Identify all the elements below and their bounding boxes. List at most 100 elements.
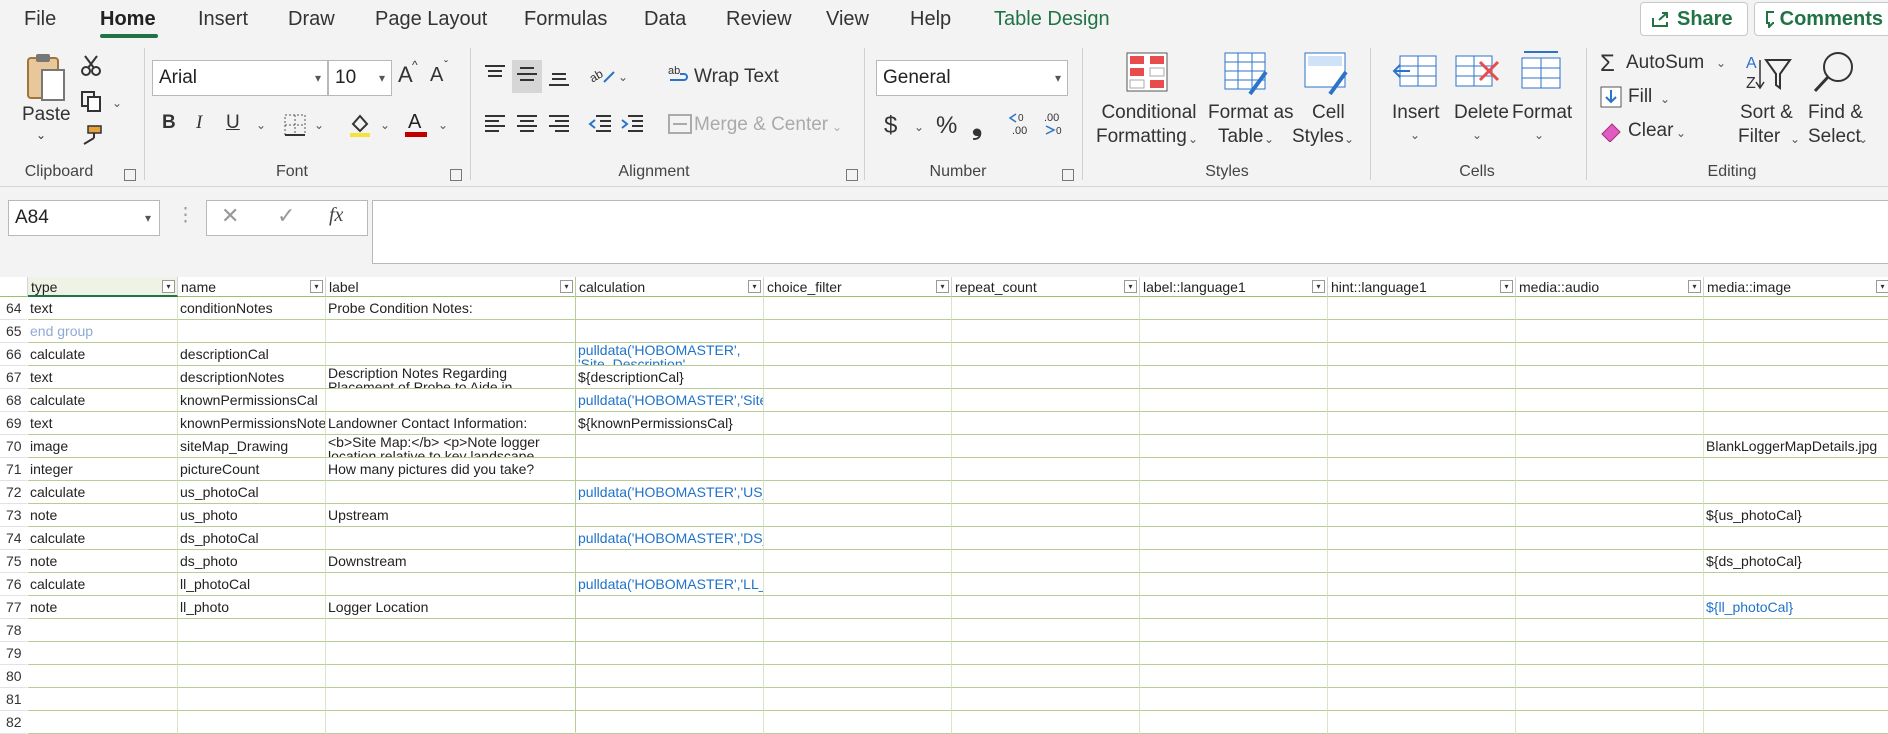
align-center-icon[interactable] [516, 114, 538, 139]
row-header[interactable]: 70 [0, 435, 27, 458]
tab-view[interactable]: View [826, 8, 869, 31]
table-cell[interactable] [326, 343, 576, 366]
filter-dropdown-icon[interactable]: ▾ [1500, 280, 1513, 293]
table-cell[interactable]: Upstream [326, 504, 576, 527]
table-cell[interactable] [28, 619, 178, 642]
table-cell[interactable] [1328, 389, 1516, 412]
table-cell[interactable] [576, 619, 764, 642]
table-cell[interactable] [952, 596, 1140, 619]
table-cell[interactable] [576, 688, 764, 711]
table-cell[interactable]: note [28, 550, 178, 573]
table-cell[interactable] [1328, 573, 1516, 596]
row-header[interactable]: 71 [0, 458, 27, 481]
table-cell[interactable]: Landowner Contact Information: [326, 412, 576, 435]
table-cell[interactable] [1516, 665, 1704, 688]
paste-icon[interactable] [22, 52, 66, 107]
table-cell[interactable] [1140, 688, 1328, 711]
filter-dropdown-icon[interactable]: ▾ [560, 280, 573, 293]
row-header[interactable]: 68 [0, 389, 27, 412]
shrink-font-button[interactable]: A [430, 64, 443, 87]
table-cell[interactable] [1704, 619, 1888, 642]
table-cell[interactable] [1140, 527, 1328, 550]
table-cell[interactable]: Probe Condition Notes: [326, 297, 576, 320]
more-dots-icon[interactable]: ⋮ [176, 204, 195, 227]
table-cell[interactable] [952, 504, 1140, 527]
table-cell[interactable] [764, 297, 952, 320]
table-cell[interactable] [1704, 642, 1888, 665]
align-left-icon[interactable] [484, 114, 506, 139]
table-cell[interactable] [576, 320, 764, 343]
table-cell[interactable] [1516, 412, 1704, 435]
filter-dropdown-icon[interactable]: ▾ [748, 280, 761, 293]
table-cell[interactable] [1140, 665, 1328, 688]
table-cell[interactable] [178, 642, 326, 665]
table-cell[interactable] [952, 711, 1140, 734]
table-cell[interactable] [1140, 412, 1328, 435]
table-cell[interactable] [764, 320, 952, 343]
font-launcher-icon[interactable] [450, 169, 462, 181]
table-header-cell[interactable]: label ▾ [326, 277, 576, 297]
table-cell[interactable]: ll_photoCal [178, 573, 326, 596]
table-cell[interactable] [952, 573, 1140, 596]
table-cell[interactable] [764, 412, 952, 435]
table-cell[interactable] [28, 688, 178, 711]
table-cell[interactable] [1516, 573, 1704, 596]
table-cell[interactable]: knownPermissionsNote [178, 412, 326, 435]
table-cell[interactable]: ds_photo [178, 550, 326, 573]
table-cell[interactable] [764, 366, 952, 389]
insert-function-button[interactable]: fx [329, 204, 343, 227]
table-cell[interactable] [178, 619, 326, 642]
cell-styles-line1[interactable]: Cell [1312, 102, 1345, 124]
table-cell[interactable] [952, 412, 1140, 435]
table-cell[interactable] [1140, 320, 1328, 343]
table-cell[interactable]: siteMap_Drawing [178, 435, 326, 458]
comments-button[interactable]: Comments [1754, 2, 1888, 36]
clipboard-launcher-icon[interactable] [124, 169, 136, 181]
table-cell[interactable] [1516, 527, 1704, 550]
table-cell[interactable] [952, 481, 1140, 504]
table-cell[interactable] [1704, 366, 1888, 389]
table-cell[interactable]: pictureCount [178, 458, 326, 481]
table-cell[interactable] [1704, 389, 1888, 412]
table-cell[interactable] [764, 458, 952, 481]
table-cell[interactable] [326, 527, 576, 550]
table-cell[interactable] [952, 619, 1140, 642]
table-cell[interactable] [1328, 412, 1516, 435]
table-cell[interactable] [1704, 711, 1888, 734]
table-header-cell[interactable]: type ▾ [28, 277, 178, 297]
table-cell[interactable] [326, 619, 576, 642]
row-header[interactable]: 79 [0, 642, 27, 665]
align-top-icon[interactable] [484, 64, 506, 89]
table-cell[interactable] [952, 389, 1140, 412]
table-cell[interactable] [1328, 550, 1516, 573]
table-cell[interactable] [952, 297, 1140, 320]
italic-button[interactable]: I [196, 112, 202, 134]
table-cell[interactable] [1704, 573, 1888, 596]
table-cell[interactable]: text [28, 366, 178, 389]
table-cell[interactable] [1704, 343, 1888, 366]
table-cell[interactable]: end group [28, 320, 178, 343]
table-cell[interactable] [764, 596, 952, 619]
table-cell[interactable]: How many pictures did you take? [326, 458, 576, 481]
table-cell[interactable]: ${ds_photoCal} [1704, 550, 1888, 573]
table-cell[interactable] [1516, 711, 1704, 734]
copy-dropdown-icon[interactable]: ⌄ [112, 96, 122, 110]
paste-button[interactable]: Paste [22, 104, 71, 126]
conditional-formatting-line2[interactable]: Formatting [1096, 126, 1187, 148]
table-cell[interactable] [952, 320, 1140, 343]
row-header[interactable]: 75 [0, 550, 27, 573]
borders-icon[interactable] [284, 114, 306, 141]
orientation-icon[interactable]: ab [587, 64, 616, 91]
comma-style-button[interactable]: ❟ [972, 110, 982, 142]
table-cell[interactable] [576, 642, 764, 665]
table-cell[interactable] [326, 481, 576, 504]
table-cell[interactable]: calculate [28, 389, 178, 412]
table-cell[interactable] [1516, 596, 1704, 619]
table-cell[interactable] [764, 435, 952, 458]
table-cell[interactable] [1140, 435, 1328, 458]
table-cell[interactable] [1704, 688, 1888, 711]
table-cell[interactable]: calculate [28, 481, 178, 504]
table-cell[interactable] [952, 688, 1140, 711]
table-cell[interactable] [1328, 297, 1516, 320]
table-cell[interactable] [764, 527, 952, 550]
